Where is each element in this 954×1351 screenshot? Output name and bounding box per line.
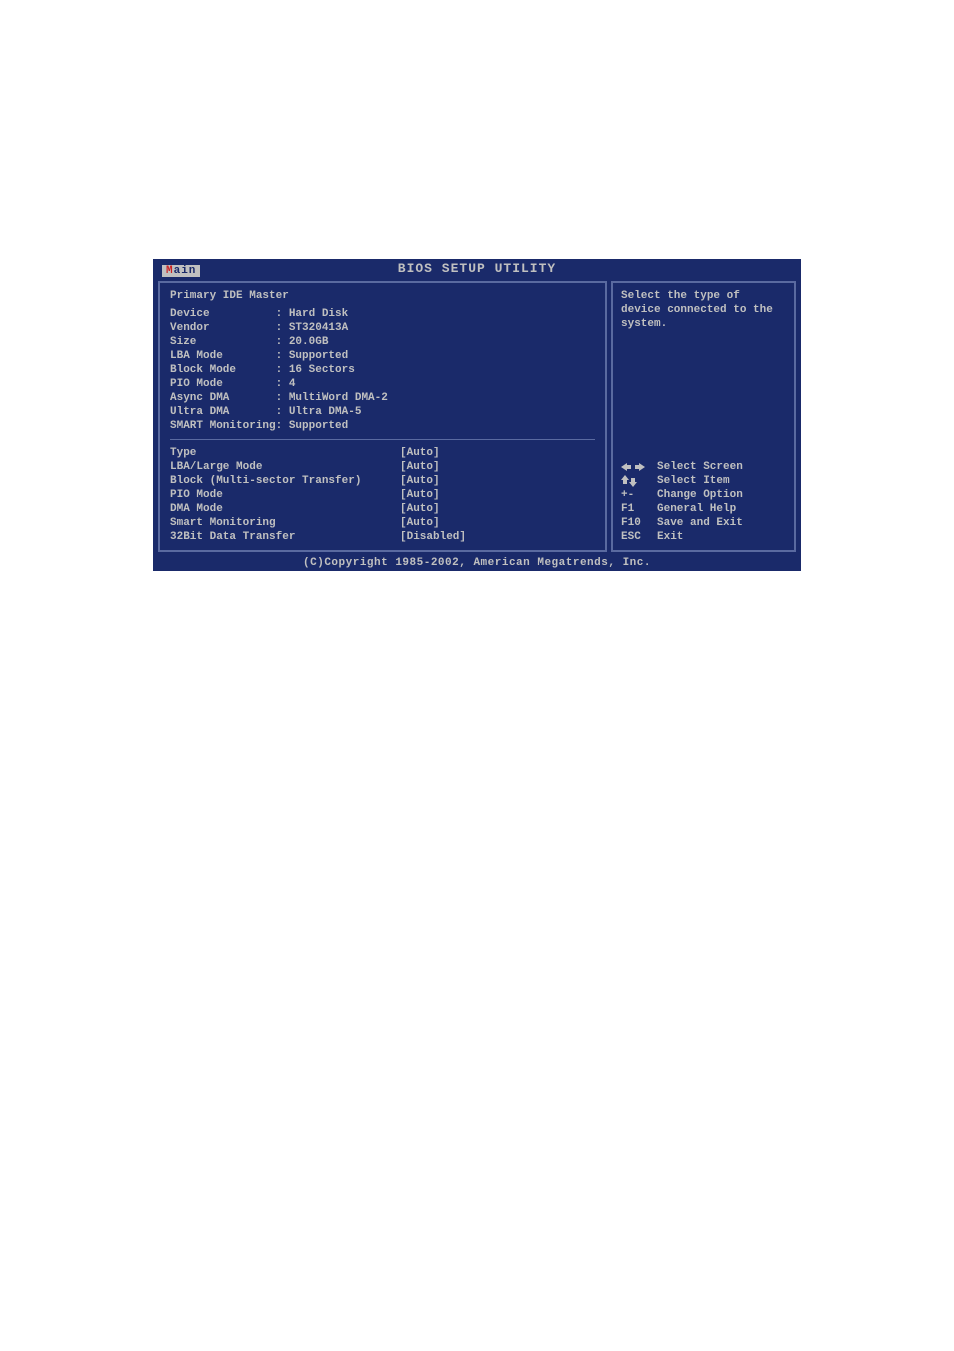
setting-label: 32Bit Data Transfer	[170, 530, 400, 544]
setting-value: [Auto]	[400, 446, 440, 460]
info-label: SMART Monitoring	[170, 420, 276, 432]
info-row: Ultra DMA : Ultra DMA-5	[170, 405, 595, 419]
setting-label: Type	[170, 446, 400, 460]
footer-bar: (C)Copyright 1985-2002, American Megatre…	[154, 556, 800, 570]
info-value: : ST320413A	[276, 322, 349, 334]
title-bar: BIOS SETUP UTILITY Main	[154, 260, 800, 277]
info-label: Async DMA	[170, 392, 276, 404]
setting-value: [Auto]	[400, 474, 440, 488]
setting-value: [Auto]	[400, 502, 440, 516]
info-label: Vendor	[170, 322, 276, 334]
info-label: Ultra DMA	[170, 406, 276, 418]
setting-value: [Auto]	[400, 460, 440, 474]
setting-label: LBA/Large Mode	[170, 460, 400, 474]
help-panel: Select the type of device connected to t…	[611, 281, 796, 552]
info-value: : 20.0GB	[276, 336, 329, 348]
info-row: Async DMA : MultiWord DMA-2	[170, 391, 595, 405]
info-label: LBA Mode	[170, 350, 276, 362]
info-label: Size	[170, 336, 276, 348]
setting-label: DMA Mode	[170, 502, 400, 516]
info-label: Device	[170, 308, 276, 320]
up-down-arrows-icon	[621, 475, 647, 487]
legend-block: Select Screen Select Item +- Change Opti…	[621, 460, 786, 544]
info-row: Vendor : ST320413A	[170, 321, 595, 335]
title-text: BIOS SETUP UTILITY	[398, 261, 556, 276]
main-panel: Primary IDE Master Device : Hard Disk Ve…	[158, 281, 607, 552]
legend-row: ESC Exit	[621, 530, 786, 544]
setting-row[interactable]: DMA Mode[Auto]	[170, 502, 595, 516]
bios-window: BIOS SETUP UTILITY Main Primary IDE Mast…	[153, 259, 801, 571]
info-label: Block Mode	[170, 364, 276, 376]
info-value: : Supported	[276, 350, 349, 362]
setting-value: [Auto]	[400, 516, 440, 530]
setting-label: Smart Monitoring	[170, 516, 400, 530]
legend-row: Select Screen	[621, 460, 786, 474]
info-value: : MultiWord DMA-2	[276, 392, 388, 404]
setting-row[interactable]: 32Bit Data Transfer[Disabled]	[170, 530, 595, 544]
info-row: PIO Mode : 4	[170, 377, 595, 391]
setting-row[interactable]: PIO Mode[Auto]	[170, 488, 595, 502]
setting-row[interactable]: Type[Auto]	[170, 446, 595, 460]
help-text: Select the type of device connected to t…	[621, 289, 786, 331]
legend-key: ESC	[621, 530, 647, 544]
tab-main[interactable]: Main	[162, 265, 200, 277]
legend-row: F1 General Help	[621, 502, 786, 516]
legend-text: Exit	[657, 530, 786, 544]
info-label: PIO Mode	[170, 378, 276, 390]
info-row: SMART Monitoring: Supported	[170, 419, 595, 433]
left-right-arrows-icon	[621, 462, 647, 472]
legend-row: F10 Save and Exit	[621, 516, 786, 530]
legend-key: F10	[621, 516, 647, 530]
legend-row: +- Change Option	[621, 488, 786, 502]
legend-text: Select Screen	[657, 460, 786, 474]
device-info-block: Device : Hard Disk Vendor : ST320413A Si…	[170, 307, 595, 440]
section-title: Primary IDE Master	[170, 289, 595, 303]
info-row: Size : 20.0GB	[170, 335, 595, 349]
setting-row[interactable]: Smart Monitoring[Auto]	[170, 516, 595, 530]
info-row: LBA Mode : Supported	[170, 349, 595, 363]
setting-row[interactable]: LBA/Large Mode[Auto]	[170, 460, 595, 474]
setting-label: PIO Mode	[170, 488, 400, 502]
setting-label: Block (Multi-sector Transfer)	[170, 474, 400, 488]
info-value: : 16 Sectors	[276, 364, 355, 376]
tab-rest: ain	[174, 265, 197, 277]
legend-text: Save and Exit	[657, 516, 786, 530]
info-row: Device : Hard Disk	[170, 307, 595, 321]
info-row: Block Mode : 16 Sectors	[170, 363, 595, 377]
legend-text: Select Item	[657, 474, 786, 488]
legend-text: Change Option	[657, 488, 786, 502]
info-value: : Supported	[276, 420, 349, 432]
info-value: : Ultra DMA-5	[276, 406, 362, 418]
settings-block: Type[Auto] LBA/Large Mode[Auto] Block (M…	[170, 446, 595, 544]
legend-text: General Help	[657, 502, 786, 516]
legend-key: +-	[621, 488, 647, 502]
setting-value: [Auto]	[400, 488, 440, 502]
footer-text: (C)Copyright 1985-2002, American Megatre…	[303, 557, 651, 569]
setting-row[interactable]: Block (Multi-sector Transfer)[Auto]	[170, 474, 595, 488]
content-area: Primary IDE Master Device : Hard Disk Ve…	[154, 277, 800, 556]
legend-row: Select Item	[621, 474, 786, 488]
info-value: : 4	[276, 378, 296, 390]
setting-value: [Disabled]	[400, 530, 466, 544]
info-value: : Hard Disk	[276, 308, 349, 320]
tab-accel: M	[166, 265, 174, 277]
legend-key: F1	[621, 502, 647, 516]
